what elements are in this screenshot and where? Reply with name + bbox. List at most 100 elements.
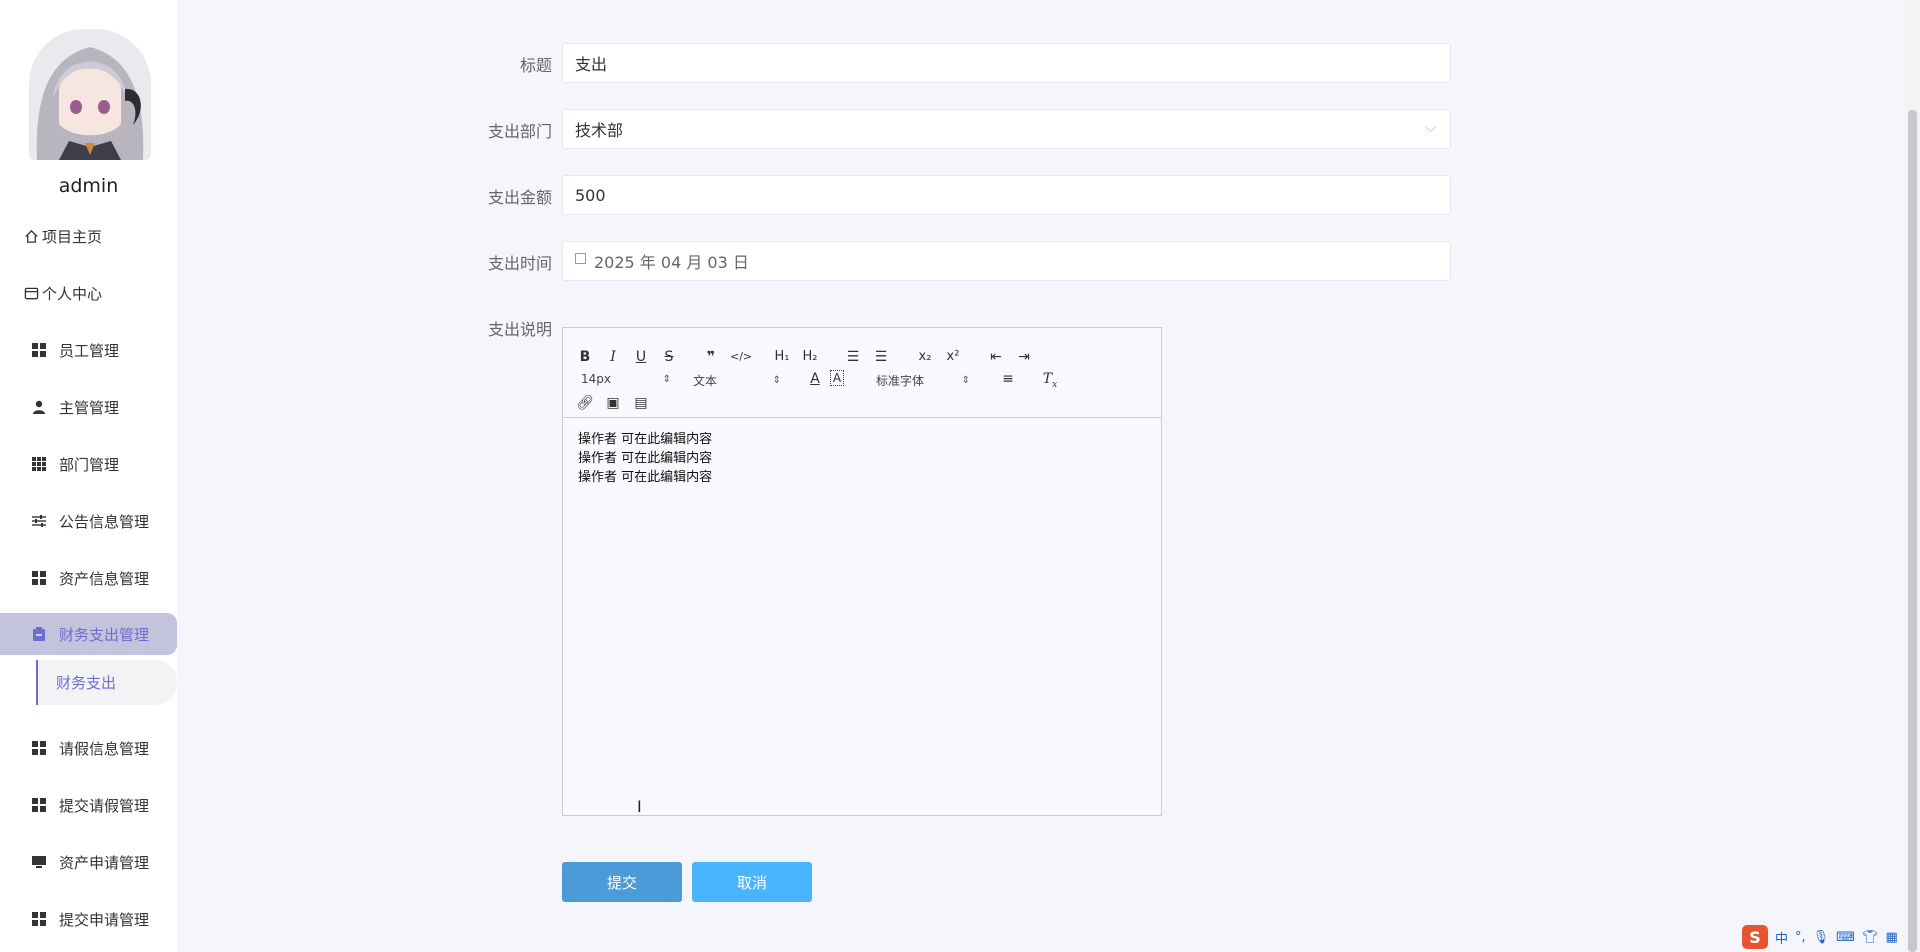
select-arrows-icon: ⇕ (772, 375, 781, 386)
submit-button[interactable]: 提交 (562, 862, 682, 902)
date-value: 2025 年 04 月 03 日 (594, 253, 749, 272)
nav-item-home[interactable]: 项目主页 (0, 215, 177, 257)
nav-item-personal-center[interactable]: 个人中心 (0, 272, 177, 314)
dept-select[interactable]: 技术部 ⌵ (562, 109, 1451, 149)
toolbox-icon[interactable]: ▦ (1885, 930, 1897, 945)
chevron-down-icon: ⌵ (1425, 120, 1436, 136)
title-value: 支出 (575, 55, 608, 74)
time-label: 支出时间 (487, 254, 552, 273)
nav-item-submit-leave[interactable]: 提交请假管理 (0, 784, 177, 826)
amount-label: 支出金额 (487, 188, 552, 207)
nav-label: 资产申请管理 (59, 853, 150, 872)
dept-value: 技术部 (575, 121, 624, 140)
video-icon[interactable]: ▤ (632, 394, 650, 412)
skin-icon[interactable]: 👕︎ (1862, 930, 1879, 945)
font-color-icon[interactable]: A (806, 370, 824, 388)
desc-label: 支出说明 (487, 320, 552, 339)
nav-item-department[interactable]: 部门管理 (0, 443, 177, 485)
nav-label: 财务支出管理 (59, 625, 150, 644)
ime-logo-icon[interactable]: S (1742, 925, 1768, 949)
underline-icon[interactable]: U (632, 348, 650, 366)
font-family-select[interactable]: 标准字体 ⇕ (876, 372, 970, 389)
format-value: 文本 (693, 374, 718, 388)
username: admin (58, 175, 119, 197)
ime-mode[interactable]: 中 (1775, 928, 1788, 947)
grid-icon (30, 342, 47, 359)
text-cursor-icon: I (637, 797, 642, 816)
title-label: 标题 (519, 56, 552, 75)
amount-input[interactable]: 500 (562, 175, 1451, 215)
date-picker[interactable]: 2025 年 04 月 03 日 (562, 241, 1451, 281)
nav-label: 提交申请管理 (59, 910, 150, 929)
apps-icon (30, 456, 47, 473)
nav-item-announcement[interactable]: 公告信息管理 (0, 500, 177, 542)
rich-text-editor: B I U S ❞ </> H₁ H₂ ☰ ☰ x₂ x² ⇤ ⇥ 14px ⇕ (562, 327, 1162, 816)
outdent-icon[interactable]: ⇤ (987, 348, 1005, 366)
monitor-icon (30, 854, 47, 871)
font-size-select[interactable]: 14px ⇕ (581, 372, 671, 386)
heading2-icon[interactable]: H₂ (801, 348, 819, 366)
select-arrows-icon: ⇕ (961, 375, 970, 386)
nav-item-employee[interactable]: 员工管理 (0, 329, 177, 371)
home-icon (23, 228, 40, 245)
editor-line: 操作者 可在此编辑内容 (578, 451, 713, 466)
punctuation-icon[interactable]: °, (1795, 930, 1806, 945)
microphone-icon[interactable]: 🎙︎ (1813, 930, 1830, 945)
background-color-icon[interactable]: A (830, 370, 844, 386)
scrollbar-thumb[interactable] (1908, 110, 1917, 952)
calendar-icon (575, 253, 586, 264)
nav-item-supervisor[interactable]: 主管管理 (0, 386, 177, 428)
blockquote-icon[interactable]: ❞ (702, 348, 720, 366)
align-left-icon[interactable]: ≡ (999, 370, 1017, 388)
sub-item-finance-expense[interactable]: 财务支出 (36, 660, 177, 705)
select-arrows-icon: ⇕ (662, 373, 671, 385)
user-icon (30, 399, 47, 416)
title-input[interactable]: 支出 (562, 43, 1451, 83)
nav-label: 员工管理 (59, 341, 120, 360)
grid-icon (30, 570, 47, 587)
nav-label: 公告信息管理 (59, 512, 150, 531)
editor-toolbar: B I U S ❞ </> H₁ H₂ ☰ ☰ x₂ x² ⇤ ⇥ 14px ⇕ (563, 328, 1161, 418)
amount-value: 500 (575, 185, 606, 205)
editor-line: 操作者 可在此编辑内容 (578, 432, 713, 447)
superscript-icon[interactable]: x² (944, 348, 962, 366)
strike-icon[interactable]: S (660, 348, 678, 366)
nav-item-leave-info[interactable]: 请假信息管理 (0, 727, 177, 769)
editor-content[interactable]: 操作者 可在此编辑内容 操作者 可在此编辑内容 操作者 可在此编辑内容 (563, 418, 1161, 499)
nav-label: 个人中心 (42, 284, 103, 303)
avatar (29, 29, 151, 160)
italic-icon[interactable]: I (604, 348, 622, 366)
code-icon[interactable]: </> (730, 348, 752, 366)
nav-label: 主管管理 (59, 398, 120, 417)
app-root: admin 项目主页 个人中心 员工管理 主管管理 部门管理 公告信息管理 资产… (0, 0, 1920, 952)
keyboard-icon[interactable]: ⌨ (1836, 930, 1855, 945)
font-size-value: 14px (581, 372, 611, 386)
dept-label: 支出部门 (487, 122, 552, 141)
grid-icon (30, 740, 47, 757)
indent-icon[interactable]: ⇥ (1015, 348, 1033, 366)
nav-item-submit-apply[interactable]: 提交申请管理 (0, 898, 177, 940)
bold-icon[interactable]: B (576, 348, 594, 366)
clear-format-icon[interactable]: Tx (1041, 370, 1059, 394)
nav-label: 部门管理 (59, 455, 120, 474)
subscript-icon[interactable]: x₂ (916, 348, 934, 366)
bullet-list-icon[interactable]: ☰ (872, 348, 890, 366)
sidebar: admin 项目主页 个人中心 员工管理 主管管理 部门管理 公告信息管理 资产… (0, 0, 177, 952)
nav-item-finance-expense[interactable]: 财务支出管理 (0, 613, 177, 655)
ordered-list-icon[interactable]: ☰ (844, 348, 862, 366)
scrollbar[interactable] (1905, 0, 1920, 952)
nav-item-asset-apply[interactable]: 资产申请管理 (0, 841, 177, 883)
nav-item-asset-info[interactable]: 资产信息管理 (0, 557, 177, 599)
nav-label: 资产信息管理 (59, 569, 150, 588)
clipboard-icon (30, 626, 47, 643)
link-icon[interactable]: 🔗︎ (576, 394, 594, 412)
editor-line: 操作者 可在此编辑内容 (578, 470, 713, 485)
nav-label: 提交请假管理 (59, 796, 150, 815)
font-family-value: 标准字体 (876, 374, 925, 388)
ime-toolbar: S 中 °, 🎙︎ ⌨ 👕︎ ▦ (1742, 925, 1920, 949)
cancel-button[interactable]: 取消 (692, 862, 812, 902)
format-select[interactable]: 文本 ⇕ (693, 372, 781, 389)
grid-icon (30, 797, 47, 814)
heading1-icon[interactable]: H₁ (773, 348, 791, 366)
image-icon[interactable]: ▣ (604, 394, 622, 412)
